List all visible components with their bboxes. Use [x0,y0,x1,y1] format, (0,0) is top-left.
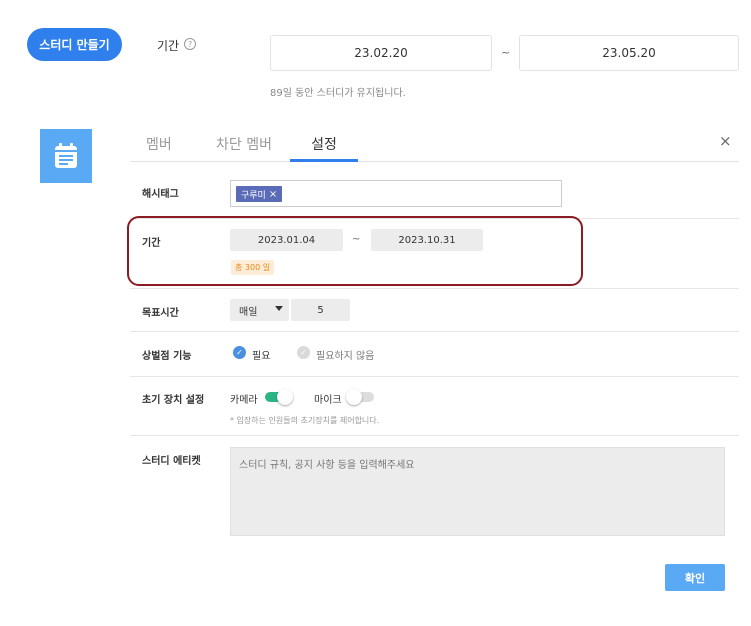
duration-text: 89일 동안 스터디가 유지됩니다. [270,88,406,99]
confirm-button[interactable]: 확인 [665,564,725,591]
dropdown-arrow-icon [275,306,283,311]
divider [130,288,739,289]
reward-needed-label[interactable]: 필요 [252,347,270,362]
divider [130,435,739,436]
create-study-button[interactable]: 스터디 만들기 [27,28,122,61]
frequency-value: 매일 [239,306,258,318]
active-tab-indicator [290,159,358,162]
top-start-date[interactable]: 23.02.20 [270,35,492,71]
chip-remove-icon[interactable]: × [269,189,277,200]
hashtag-chip-label: 구루미 [241,190,266,201]
divider [130,331,739,332]
reward-needed-radio[interactable]: ✓ [233,346,246,359]
close-icon[interactable]: × [719,132,732,150]
tab-members[interactable]: 멤버 [146,134,172,154]
goal-time-label: 목표시간 [142,308,179,319]
help-icon[interactable]: ? [184,38,196,50]
top-end-date[interactable]: 23.05.20 [519,35,739,71]
tab-settings[interactable]: 설정 [290,134,358,154]
top-date-tilde: ~ [501,46,511,59]
tab-blocked-members[interactable]: 차단 멤버 [216,134,272,154]
top-period-label: 기간 [157,39,180,53]
device-note: * 입장하는 인원들의 초기장치를 제어합니다. [230,416,380,425]
hashtag-chip: 구루미 × [236,186,283,202]
goal-time-input[interactable]: 5 [291,299,350,321]
calendar-icon [55,143,77,168]
mic-toggle[interactable] [346,389,374,405]
hashtag-label: 해시태그 [142,189,179,200]
etiquette-textarea[interactable] [230,447,725,536]
period-highlight-box [127,216,583,286]
reward-not-needed-radio[interactable]: ✓ [297,346,310,359]
camera-toggle[interactable] [265,389,293,405]
settings-tabs: 멤버 차단 멤버 설정 [130,129,739,162]
divider [130,376,739,377]
mic-label: 마이크 [314,395,342,406]
frequency-select[interactable]: 매일 [230,299,289,321]
reward-not-needed-label[interactable]: 필요하지 않음 [316,347,374,362]
toggle-knob [277,389,293,405]
camera-label: 카메라 [230,395,258,406]
etiquette-label: 스터디 에티켓 [142,456,201,467]
toggle-knob [346,389,362,405]
reward-label: 상벌점 기능 [142,351,192,362]
device-label: 초기 장치 설정 [142,395,205,406]
calendar-tile [40,129,92,183]
hashtag-input[interactable]: 구루미 × [230,180,562,207]
